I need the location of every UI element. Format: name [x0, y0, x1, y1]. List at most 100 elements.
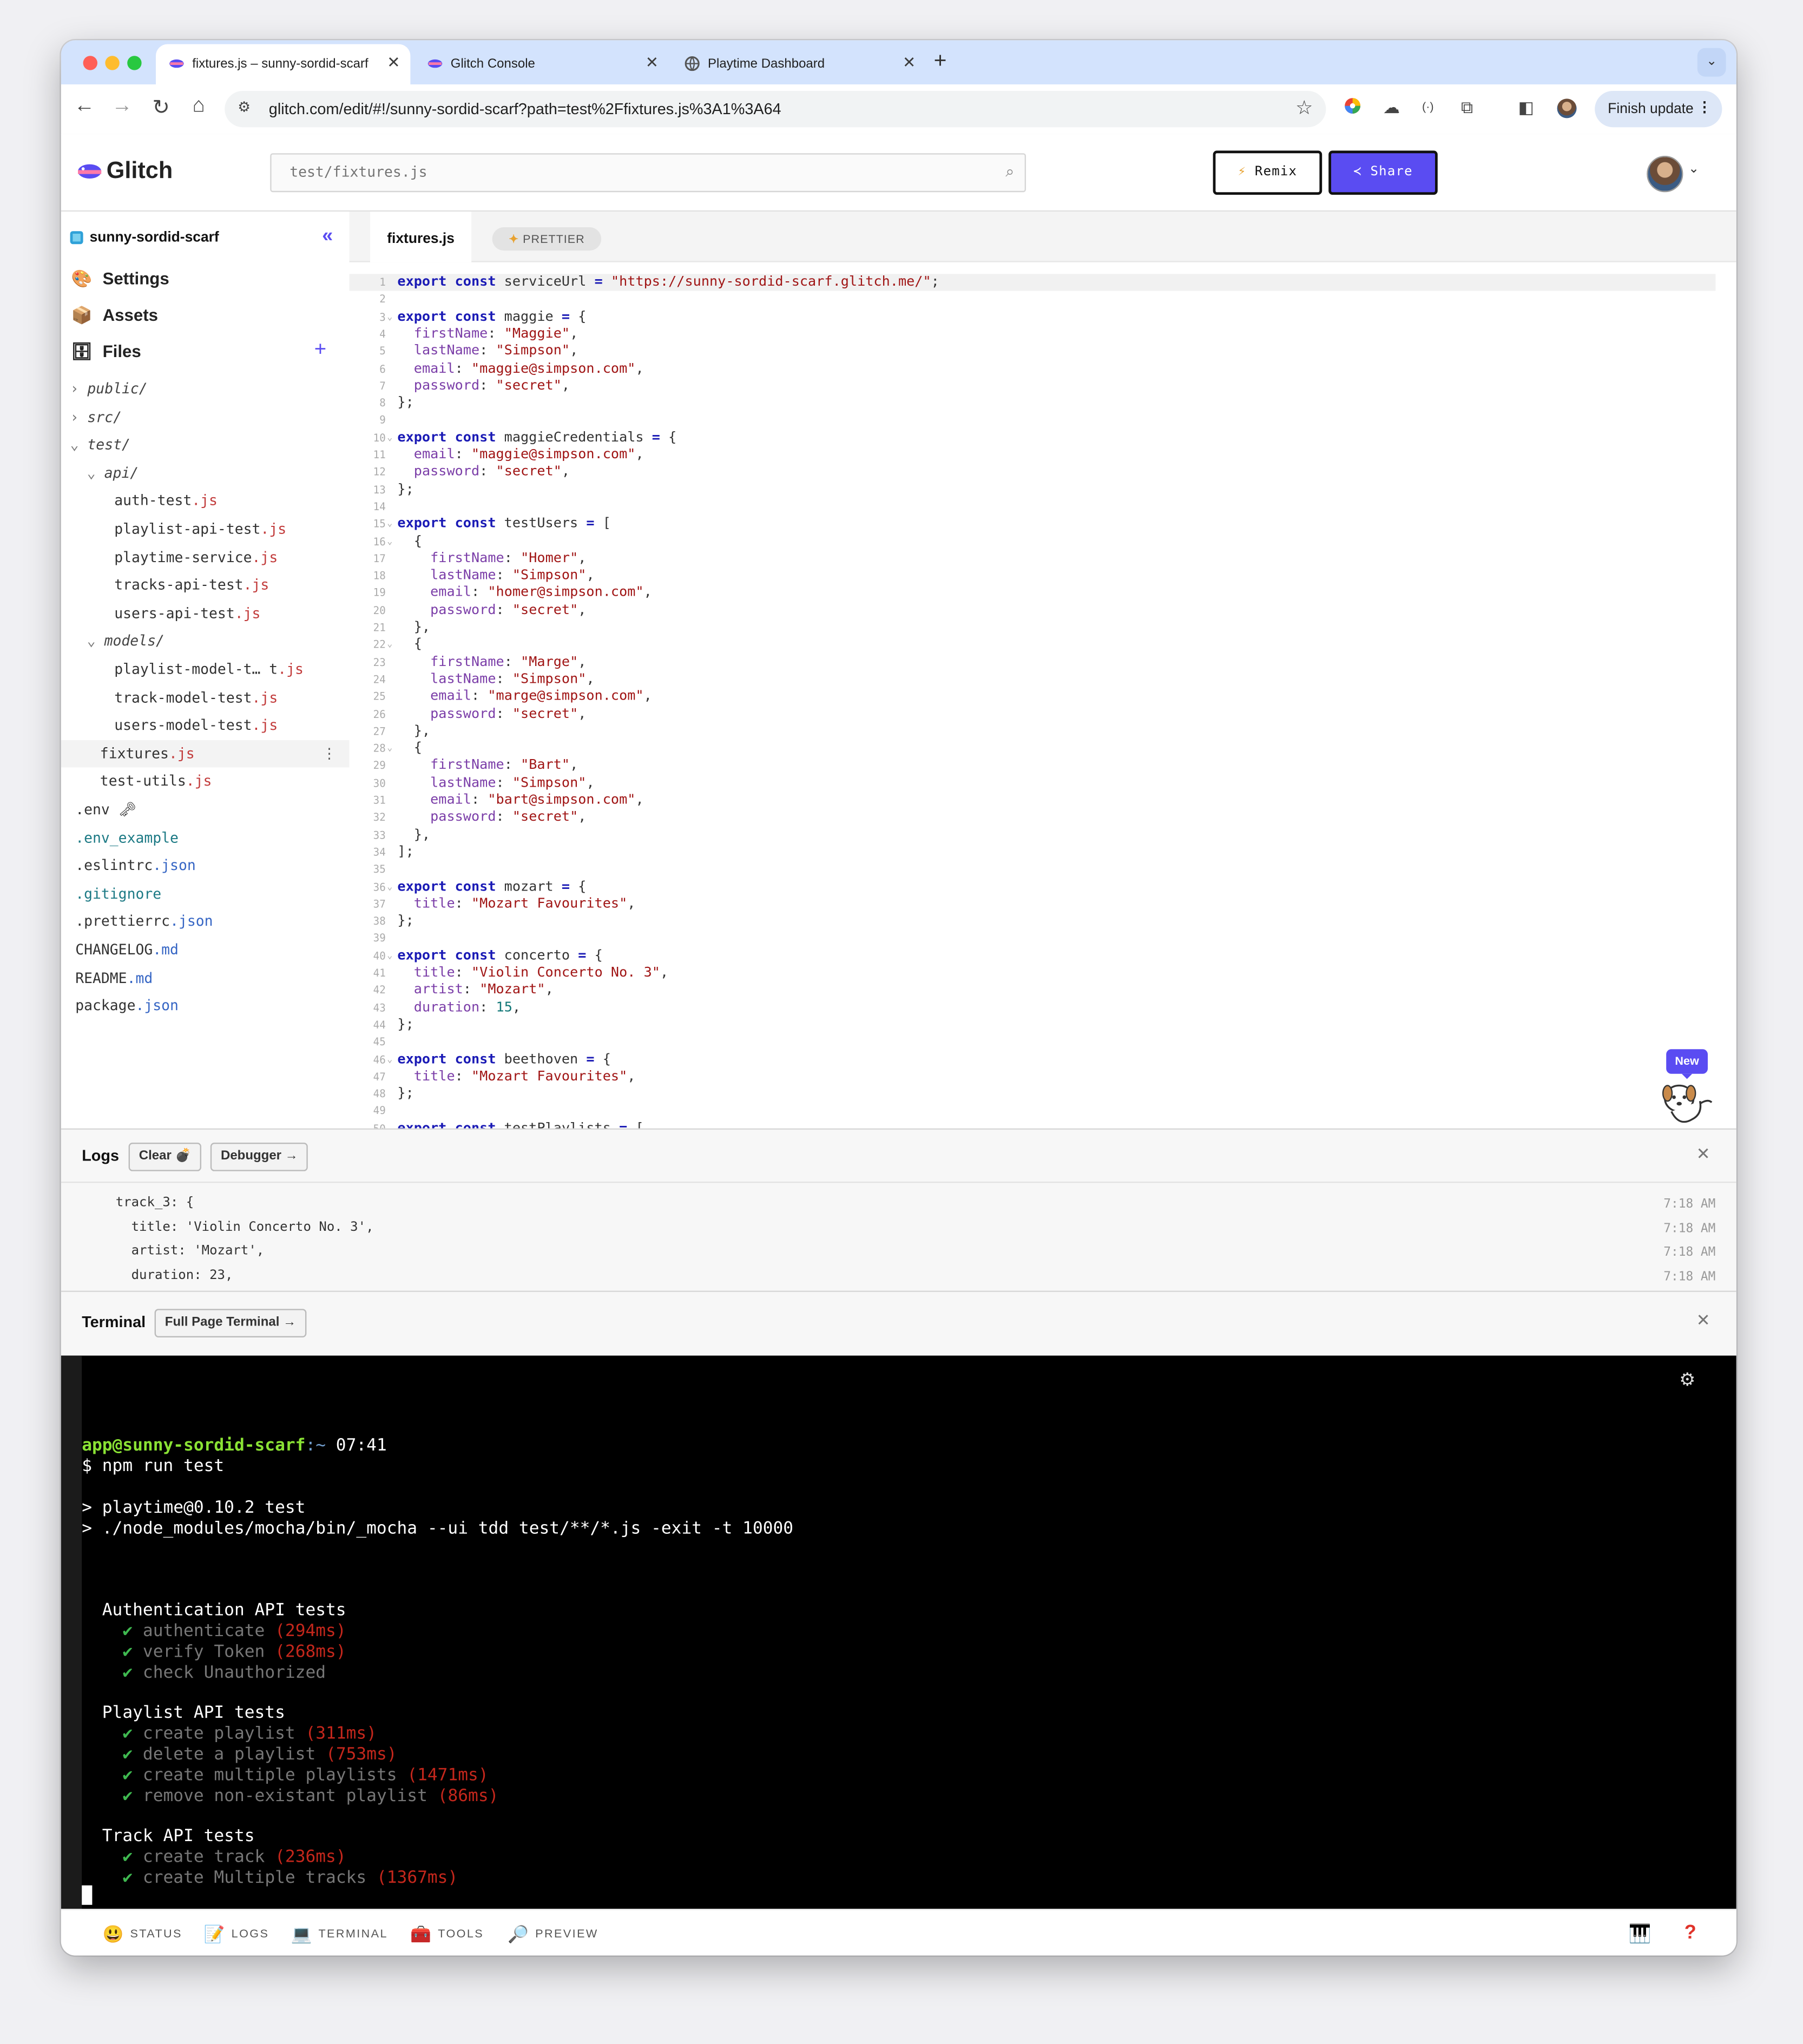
code-text: email: "marge@simpson.com", [430, 688, 652, 704]
cloud-icon[interactable]: ☁ [1383, 97, 1400, 118]
minimize-window-icon[interactable] [105, 56, 120, 70]
fold-chevron-icon[interactable]: ⌄ [387, 879, 392, 895]
clear-logs-button[interactable]: Clear 💣 [128, 1143, 202, 1171]
remix-button[interactable]: ⚡ Remix [1213, 150, 1322, 195]
file-item[interactable]: playtime-service.js [114, 549, 278, 565]
terminal[interactable]: ⚙ app@sunny-sordid-scarf:~ 07:41 $ npm r… [61, 1355, 1736, 1909]
browser-tab-fixtures[interactable]: fixtures.js – sunny-sordid-scarf ✕ [156, 44, 411, 84]
browser-tab-glitch-console[interactable]: Glitch Console ✕ [414, 44, 669, 84]
chevron-down-icon[interactable]: ⌄ [1688, 162, 1699, 176]
file-item[interactable]: track-model-test.js [114, 689, 278, 705]
help-button[interactable]: ? [1684, 1922, 1696, 1944]
code-line: 21 }, [350, 619, 1716, 636]
close-tab-icon[interactable]: ✕ [903, 53, 916, 71]
preview-button[interactable]: 🔎 PREVIEW [508, 1924, 598, 1945]
file-item[interactable]: tracks-api-test.js [114, 577, 269, 594]
code-editor[interactable]: 1 export const serviceUrl = "https://sunn… [349, 262, 1736, 1129]
close-terminal-icon[interactable]: ✕ [1696, 1310, 1710, 1331]
terminal-settings-gear-icon[interactable]: ⚙ [1679, 1369, 1695, 1391]
search-input[interactable] [271, 154, 991, 188]
file-item[interactable]: README.md [75, 970, 153, 986]
dog-mascot-icon[interactable] [1659, 1080, 1716, 1129]
folder-item[interactable]: › src/ [70, 408, 122, 425]
prettier-button[interactable]: ✦ PRETTIER [492, 227, 602, 251]
collapse-sidebar-icon[interactable]: « [322, 225, 333, 247]
logs-button[interactable]: 📝 LOGS [204, 1924, 269, 1945]
file-item[interactable]: users-api-test.js [114, 605, 260, 622]
zoom-window-icon[interactable] [127, 56, 142, 70]
close-logs-icon[interactable]: ✕ [1696, 1144, 1710, 1164]
line-number: 17 [373, 552, 386, 565]
fold-chevron-icon[interactable]: ⌄ [387, 1051, 392, 1068]
share-button[interactable]: ≺ Share [1328, 150, 1438, 195]
close-window-icon[interactable] [83, 56, 97, 70]
fold-chevron-icon[interactable]: ⌄ [387, 308, 392, 325]
file-item[interactable]: .env 🗝 [75, 801, 136, 818]
site-settings-icon[interactable]: ⚙ [238, 98, 251, 116]
code-text: lastName: "Simpson", [413, 343, 578, 359]
new-badge[interactable]: New [1666, 1049, 1708, 1079]
side-panel-icon[interactable]: ◧ [1518, 97, 1535, 118]
fold-chevron-icon[interactable]: ⌄ [387, 533, 392, 550]
folder-item[interactable]: ⌄ api/ [87, 465, 139, 482]
file-item[interactable]: .prettierrc.json [75, 913, 213, 930]
tab-search-button[interactable]: ⌄ [1697, 48, 1726, 77]
tab-fixtures-js[interactable]: fixtures.js [370, 212, 472, 262]
piano-icon[interactable]: 🎹 [1629, 1923, 1651, 1945]
back-icon[interactable]: ← [71, 95, 97, 118]
profile-avatar[interactable] [1557, 98, 1577, 118]
color-extension-icon[interactable] [1344, 97, 1361, 118]
fold-chevron-icon[interactable]: ⌄ [387, 516, 392, 532]
sidebar-item-files[interactable]: 🗄 Files [70, 341, 141, 362]
debugger-button[interactable]: Debugger → [210, 1143, 308, 1171]
close-tab-icon[interactable]: ✕ [646, 53, 659, 71]
file-item[interactable]: package.json [75, 998, 179, 1014]
file-item[interactable]: .env_example [75, 829, 179, 846]
close-tab-icon[interactable]: ✕ [387, 53, 400, 71]
add-file-icon[interactable]: + [314, 339, 326, 362]
file-options-icon[interactable]: ⋮ [322, 745, 336, 762]
file-item[interactable]: users-model-test.js [114, 717, 278, 734]
broadcast-icon[interactable]: (·) [1422, 100, 1434, 113]
sidebar-item-assets[interactable]: 📦 Assets [70, 305, 158, 326]
fold-chevron-icon[interactable]: ⌄ [387, 740, 392, 757]
fold-chevron-icon[interactable]: ⌄ [387, 947, 392, 964]
sidebar-item-settings[interactable]: 🎨 Settings [70, 269, 169, 289]
forward-icon[interactable]: → [109, 95, 135, 118]
reload-icon[interactable]: ↻ [148, 95, 174, 121]
glitch-logo[interactable]: Glitch [77, 157, 173, 184]
user-avatar[interactable] [1647, 156, 1683, 193]
status-button[interactable]: 😃 STATUS [103, 1924, 182, 1945]
file-item[interactable]: auth-test.js [114, 493, 218, 510]
fold-chevron-icon[interactable]: ⌄ [387, 430, 392, 446]
code-text: }, [397, 619, 431, 635]
browser-tab-playtime-dashboard[interactable]: Playtime Dashboard ✕ [672, 44, 926, 84]
file-item[interactable]: .gitignore [75, 885, 161, 902]
tools-button[interactable]: 🧰 TOOLS [410, 1924, 484, 1945]
file-item[interactable]: playlist-api-test.js [114, 520, 286, 537]
code-text: }; [397, 1016, 414, 1032]
home-icon[interactable]: ⌂ [186, 95, 212, 118]
file-item[interactable]: test-utils.js [100, 773, 212, 790]
finish-update-button[interactable]: Finish update ⋮ [1595, 91, 1722, 128]
terminal-button[interactable]: 💻 TERMINAL [291, 1924, 388, 1945]
code-line: 26 password: "secret", [350, 705, 1716, 722]
folder-item[interactable]: ⌄ test/ [70, 437, 130, 453]
test-result-line: ✔ remove non-existant playlist (86ms) [82, 1786, 498, 1807]
folder-item[interactable]: › public/ [70, 380, 148, 397]
full-page-terminal-button[interactable]: Full Page Terminal → [154, 1309, 307, 1337]
file-item[interactable]: CHANGELOG.md [75, 941, 179, 958]
new-tab-button[interactable]: + [934, 48, 947, 74]
bookmark-star-icon[interactable]: ☆ [1295, 96, 1313, 120]
terminal-gutter [61, 1355, 82, 1909]
code-line: 35 [350, 861, 1716, 878]
file-item[interactable]: .eslintrc.json [75, 857, 196, 874]
file-item[interactable]: playlist-model-t… t.js [114, 661, 304, 678]
file-item[interactable]: fixtures.js [100, 745, 195, 762]
folder-item[interactable]: ⌄ models/ [87, 633, 164, 650]
fold-chevron-icon[interactable]: ⌄ [387, 637, 392, 654]
project-name[interactable]: sunny-sordid-scarf [70, 230, 219, 246]
address-bar[interactable]: ⚙ glitch.com/edit/#!/sunny-sordid-scarf?… [225, 91, 1326, 128]
search-box[interactable]: ⌕ [270, 153, 1026, 193]
extensions-puzzle-icon[interactable]: ⧉ [1461, 97, 1473, 118]
